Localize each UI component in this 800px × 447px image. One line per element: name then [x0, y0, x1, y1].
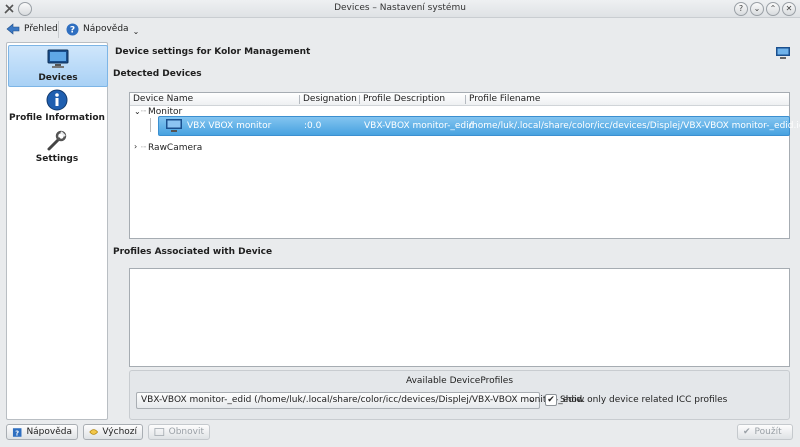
column-header-device-name[interactable]: Device Name [133, 94, 193, 104]
column-header-profile-description[interactable]: Profile Description [363, 94, 445, 104]
monitor-icon [776, 47, 790, 59]
show-only-related-checkbox[interactable]: ✔ [545, 394, 557, 406]
question-icon: ? [738, 4, 744, 13]
profiles-list[interactable] [129, 268, 790, 367]
overview-label: Přehled [24, 24, 58, 34]
device-profile-filename: /home/luk/.local/share/color/icc/devices… [469, 121, 800, 131]
available-profiles-group: Available DeviceProfiles VBX-VBOX monito… [129, 370, 790, 420]
minimize-button[interactable]: ⌄ [750, 2, 764, 16]
info-icon [46, 89, 68, 111]
svg-text:?: ? [15, 429, 19, 437]
column-header-profile-filename[interactable]: Profile Filename [469, 94, 540, 104]
tree-branch-line: ┈ [141, 143, 147, 153]
sidebar-item-label: Devices [38, 73, 78, 83]
help-button[interactable]: ? Nápověda [6, 424, 78, 440]
defaults-button[interactable]: Výchozí [83, 424, 143, 440]
title-bar: Devices – Nastavení systému ? ⌄ ⌃ ✕ [0, 0, 800, 18]
overview-button[interactable]: Přehled [6, 21, 58, 37]
sidebar-item-devices[interactable]: Devices [8, 45, 108, 87]
apply-button-label: Použít [754, 427, 782, 437]
monitor-icon [166, 119, 182, 132]
svg-text:?: ? [70, 25, 75, 35]
chevron-right-icon[interactable]: › [134, 142, 137, 151]
profiles-associated-title: Profiles Associated with Device [113, 247, 273, 257]
apply-button[interactable]: ✔ Použít [737, 424, 793, 440]
detected-devices-title: Detected Devices [113, 69, 202, 79]
device-tree[interactable]: Device Name Designation Profile Descript… [129, 92, 790, 239]
close-icon: ✕ [785, 4, 793, 13]
chevron-down-icon: ⌄ [528, 395, 536, 405]
help-label: Nápověda [83, 24, 129, 34]
sidebar-item-settings[interactable]: Settings [8, 127, 106, 167]
reset-icon [154, 428, 165, 436]
tree-row-rawcamera[interactable]: › ┈ RawCamera [130, 142, 789, 154]
wrench-icon [47, 130, 67, 151]
column-header-designation[interactable]: Designation [303, 94, 357, 104]
checkmark-icon: ✔ [743, 427, 751, 437]
defaults-icon [89, 429, 99, 435]
column-separator [465, 95, 466, 104]
defaults-button-label: Výchozí [102, 427, 137, 437]
sidebar: Devices Profile Information Settings [6, 42, 108, 420]
column-separator [299, 95, 300, 104]
page-title: Device settings for Kolor Management [115, 47, 311, 57]
window-title: Devices – Nastavení systému [334, 3, 466, 13]
reset-button-label: Obnovit [168, 427, 204, 437]
chevron-up-icon: ⌃ [769, 4, 777, 13]
help-window-button[interactable]: ? [734, 2, 748, 16]
available-profiles-caption: Available DeviceProfiles [405, 376, 514, 386]
toolbar: Přehled ? Nápověda ⌄ [0, 18, 800, 40]
help-book-icon: ? [12, 427, 22, 437]
chevron-down-icon: ⌄ [132, 26, 140, 36]
device-designation: :0.0 [304, 121, 322, 131]
column-separator [359, 95, 360, 104]
sidebar-item-profile-information[interactable]: Profile Information [8, 86, 106, 126]
close-button[interactable]: ✕ [782, 2, 796, 16]
help-icon: ? [66, 23, 79, 35]
tree-branch-line: ┈ [141, 107, 147, 117]
monitor-icon [47, 49, 69, 68]
show-only-related-label[interactable]: Show only device related ICC profiles [560, 395, 727, 405]
sidebar-item-label: Profile Information [9, 113, 105, 123]
back-arrow-icon [6, 23, 20, 35]
help-menu-button[interactable]: ? Nápověda ⌄ [66, 21, 139, 37]
toolbar-separator [58, 21, 59, 38]
reset-button[interactable]: Obnovit [148, 424, 210, 440]
available-profiles-select[interactable]: VBX-VBOX monitor-_edid (/home/luk/.local… [136, 392, 585, 409]
sidebar-item-label: Settings [35, 154, 79, 164]
tree-row-device-selected[interactable]: VBX VBOX monitor :0.0 VBX-VBOX monitor-_… [158, 116, 800, 136]
maximize-button[interactable]: ⌃ [766, 2, 780, 16]
tree-group-label: RawCamera [148, 143, 203, 153]
selected-profile: VBX-VBOX monitor-_edid (/home/luk/.local… [141, 395, 586, 405]
help-button-label: Nápověda [26, 427, 72, 437]
chevron-down-icon[interactable]: ⌄ [134, 107, 141, 116]
checkmark-icon: ✔ [547, 395, 555, 405]
tree-header: Device Name Designation Profile Descript… [130, 93, 789, 106]
device-profile-description: VBX-VBOX monitor-_edid [364, 121, 475, 131]
tree-guide-line [150, 118, 151, 132]
chevron-down-icon: ⌄ [753, 4, 761, 13]
device-name: VBX VBOX monitor [187, 121, 272, 131]
